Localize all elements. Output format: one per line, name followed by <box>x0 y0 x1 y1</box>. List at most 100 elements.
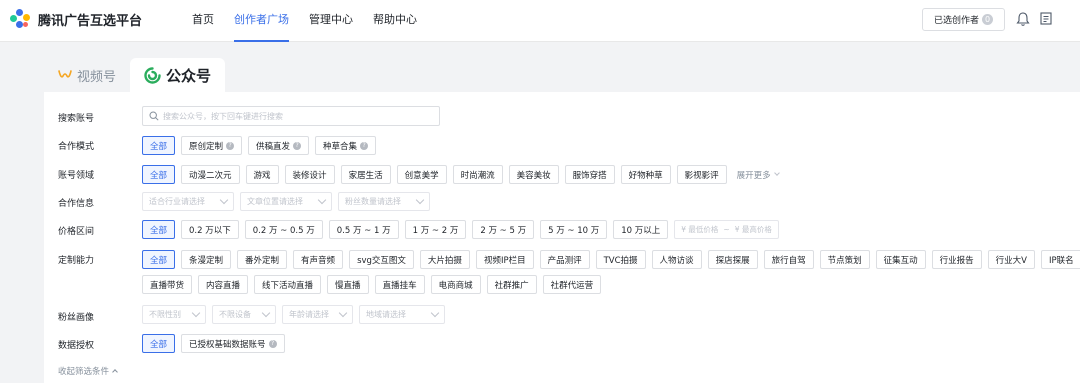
price-option[interactable]: 0.2 万以下 <box>181 220 239 239</box>
mode-options: 全部 原创定制? 供稿直发? 种草合集? <box>142 136 382 155</box>
custom-option[interactable]: 社群推广 <box>486 275 537 294</box>
domain-option[interactable]: 全部 <box>142 165 176 184</box>
region-select-value: 地域请选择 <box>366 310 406 319</box>
chevron-down-icon <box>191 308 201 318</box>
custom-option[interactable]: 番外定制 <box>237 250 288 269</box>
domain-option[interactable]: 家居生活 <box>340 165 391 184</box>
custom-option[interactable]: 探店探展 <box>707 250 758 269</box>
age-select[interactable]: 年龄请选择 <box>282 305 353 324</box>
fans-selects: 不限性别 不限设备 年龄请选择 地域请选择 <box>142 305 451 324</box>
domain-option[interactable]: 影视影评 <box>676 165 727 184</box>
fans-count-select-value: 粉丝数量请选择 <box>345 197 401 206</box>
mode-option-all[interactable]: 全部 <box>142 136 176 155</box>
auth-option-all[interactable]: 全部 <box>142 334 176 353</box>
min-price-input[interactable]: ¥ 最低价格 <box>681 224 718 235</box>
price-option[interactable]: 5 万 ~ 10 万 <box>540 220 608 239</box>
help-icon: ? <box>360 141 369 150</box>
collapse-filters-label: 收起筛选条件 <box>58 367 110 377</box>
custom-option[interactable]: IP联名 <box>1040 250 1080 269</box>
domain-option[interactable]: 服饰穿搭 <box>564 165 615 184</box>
industry-select-value: 适合行业请选择 <box>149 197 205 206</box>
chevron-down-icon <box>338 308 348 318</box>
nav-home[interactable]: 首页 <box>192 0 214 42</box>
message-icon[interactable] <box>1040 12 1052 25</box>
auth-options: 全部 已授权基础数据账号? <box>142 334 291 353</box>
price-label: 价格区间 <box>58 227 95 237</box>
custom-option[interactable]: svg交互图文 <box>349 250 414 269</box>
chevron-down-icon <box>773 170 780 176</box>
custom-option[interactable]: 大片拍摄 <box>419 250 470 269</box>
mode-option-label: 供稿直发 <box>256 141 291 152</box>
price-option[interactable]: 2 万 ~ 5 万 <box>472 220 535 239</box>
tab-official-account[interactable]: 公众号 <box>130 58 226 92</box>
mode-label: 合作模式 <box>58 142 95 152</box>
help-icon: ? <box>226 141 235 150</box>
price-option[interactable]: 0.5 万 ~ 1 万 <box>328 220 399 239</box>
mode-option-label: 种草合集 <box>323 141 358 152</box>
domain-option[interactable]: 动漫二次元 <box>181 165 240 184</box>
mode-option-direct[interactable]: 供稿直发? <box>248 136 310 155</box>
expand-more-link[interactable]: 展开更多 <box>737 165 780 184</box>
price-option[interactable]: 0.2 万 ~ 0.5 万 <box>244 220 323 239</box>
price-option[interactable]: 1 万 ~ 2 万 <box>404 220 467 239</box>
custom-option[interactable]: 有声音频 <box>293 250 344 269</box>
search-label: 搜索账号 <box>58 114 95 124</box>
filter-panel: 搜索账号 合作模式 全部 原创定制? 供稿直发? 种草合集? 账号领域 全部 动… <box>44 92 1080 383</box>
fans-count-select[interactable]: 粉丝数量请选择 <box>338 192 430 211</box>
domain-options: 全部 动漫二次元 游戏 装修设计 家居生活 创意美学 时尚潮流 美容美妆 服饰穿… <box>142 165 780 184</box>
price-option[interactable]: 10 万以上 <box>613 220 669 239</box>
price-option[interactable]: 全部 <box>142 220 176 239</box>
region-select[interactable]: 地域请选择 <box>359 305 445 324</box>
fans-label: 粉丝画像 <box>58 313 95 323</box>
search-input[interactable] <box>163 111 423 121</box>
custom-option[interactable]: 直播带货 <box>142 275 193 294</box>
logo[interactable]: 腾讯广告互选平台 <box>10 9 142 29</box>
domain-option[interactable]: 美容美妆 <box>508 165 559 184</box>
domain-option[interactable]: 游戏 <box>245 165 279 184</box>
nav-help[interactable]: 帮助中心 <box>373 0 417 42</box>
custom-option[interactable]: 视频IP栏目 <box>475 250 534 269</box>
custom-option[interactable]: 条漫定制 <box>181 250 232 269</box>
nav-management[interactable]: 管理中心 <box>309 0 353 42</box>
nav-creator-plaza[interactable]: 创作者广场 <box>234 0 289 42</box>
article-position-select-value: 文章位置请选择 <box>247 197 303 206</box>
custom-option[interactable]: 线下活动直播 <box>254 275 322 294</box>
custom-option[interactable]: 电商商城 <box>430 275 481 294</box>
custom-option[interactable]: 节点策划 <box>819 250 870 269</box>
max-price-input[interactable]: ¥ 最高价格 <box>735 224 772 235</box>
custom-option[interactable]: 征集互动 <box>875 250 926 269</box>
article-position-select[interactable]: 文章位置请选择 <box>240 192 332 211</box>
coop-info-selects: 适合行业请选择 文章位置请选择 粉丝数量请选择 <box>142 192 436 211</box>
selected-creators-button[interactable]: 已选创作者 0 <box>922 8 1005 31</box>
custom-option[interactable]: 慢直播 <box>327 275 369 294</box>
gender-select[interactable]: 不限性别 <box>142 305 206 324</box>
custom-option[interactable]: 旅行自驾 <box>763 250 814 269</box>
auth-label: 数据授权 <box>58 341 95 351</box>
tab-video-account[interactable]: 视频号 <box>44 58 130 92</box>
industry-select[interactable]: 适合行业请选择 <box>142 192 234 211</box>
custom-option[interactable]: TVC拍摄 <box>595 250 646 269</box>
custom-option[interactable]: 行业报告 <box>931 250 982 269</box>
custom-option[interactable]: 直播挂车 <box>374 275 425 294</box>
custom-option[interactable]: 人物访谈 <box>651 250 702 269</box>
custom-option[interactable]: 产品测评 <box>539 250 590 269</box>
custom-option[interactable]: 内容直播 <box>198 275 249 294</box>
mode-option-original[interactable]: 原创定制? <box>181 136 243 155</box>
chevron-down-icon <box>415 195 425 205</box>
domain-option[interactable]: 时尚潮流 <box>452 165 503 184</box>
auth-option-authorized[interactable]: 已授权基础数据账号? <box>181 334 285 353</box>
price-range-input[interactable]: ¥ 最低价格 ~ ¥ 最高价格 <box>674 220 779 239</box>
domain-option[interactable]: 好物种草 <box>620 165 671 184</box>
selected-creators-label: 已选创作者 <box>933 16 979 26</box>
main-nav: 首页 创作者广场 管理中心 帮助中心 <box>192 0 437 42</box>
custom-option[interactable]: 全部 <box>142 250 176 269</box>
mode-option-collection[interactable]: 种草合集? <box>315 136 377 155</box>
device-select[interactable]: 不限设备 <box>212 305 276 324</box>
domain-option[interactable]: 创意美学 <box>396 165 447 184</box>
collapse-filters-link[interactable]: 收起筛选条件 <box>58 365 118 377</box>
custom-option[interactable]: 行业大V <box>987 250 1035 269</box>
custom-option[interactable]: 社群代运营 <box>542 275 602 294</box>
search-box[interactable] <box>142 106 440 126</box>
domain-option[interactable]: 装修设计 <box>284 165 335 184</box>
bell-icon[interactable] <box>1016 11 1030 27</box>
